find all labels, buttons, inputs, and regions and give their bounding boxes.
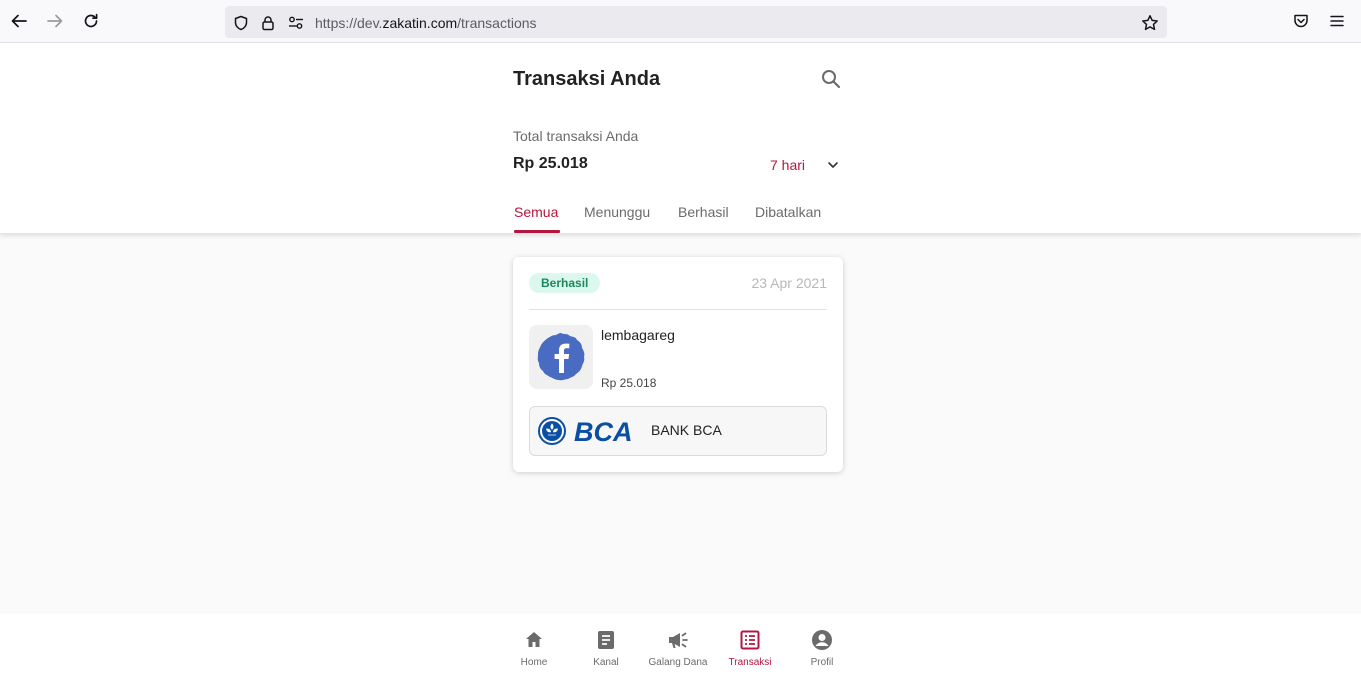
list-icon [740,630,760,650]
hamburger-icon [1330,15,1344,27]
back-button[interactable] [8,10,30,32]
nav-kanal-label: Kanal [593,657,619,668]
transaction-card[interactable]: Berhasil 23 Apr 2021 lembagareg Rp 25.01… [513,257,843,472]
active-tab-indicator [514,230,560,233]
nav-kanal[interactable]: Kanal [570,628,642,678]
facebook-icon [537,333,585,381]
bank-name: BANK BCA [651,422,722,438]
svg-text:BCA: BCA [574,417,633,447]
nav-galang-dana[interactable]: Galang Dana [642,628,714,678]
tab-semua[interactable]: Semua [514,204,560,233]
nav-home[interactable]: Home [498,628,570,678]
nav-transaksi-label: Transaksi [728,657,772,668]
nav-galang-dana-label: Galang Dana [648,657,708,668]
nav-home-label: Home [520,657,548,668]
bottom-navigation: Home Kanal Galang Dana Transaksi Profil [0,614,1361,686]
arrow-left-icon [11,14,27,28]
reload-button[interactable] [80,10,102,32]
account-icon [812,630,832,650]
total-amount: Rp 25.018 [513,155,588,172]
menu-button[interactable] [1326,10,1348,32]
search-icon [822,70,841,89]
bookmark-star-icon[interactable] [1141,14,1159,32]
address-bar[interactable]: https://dev.zakatin.com/transactions [225,6,1167,38]
pocket-icon [1294,14,1308,28]
reload-icon [84,13,98,28]
period-label: 7 hari [770,157,806,173]
total-label: Total transaksi Anda [513,128,639,144]
channel-avatar [529,325,593,389]
shield-icon[interactable] [232,14,250,32]
page-title: Transaksi Anda [513,68,661,90]
arrow-right-icon [47,14,63,28]
pocket-button[interactable] [1290,10,1312,32]
chevron-down-icon [828,162,838,168]
search-button[interactable] [819,67,843,91]
status-badge: Berhasil [529,273,601,293]
period-select[interactable]: 7 hari [770,156,842,176]
permissions-icon[interactable] [287,14,305,32]
lock-icon[interactable] [259,14,277,32]
transaction-date: 23 Apr 2021 [751,275,827,291]
nav-profil-label: Profil [810,657,834,668]
forward-button[interactable] [44,10,66,32]
browser-toolbar: https://dev.zakatin.com/transactions [0,0,1361,43]
transaction-amount: Rp 25.018 [601,376,657,390]
nav-profil[interactable]: Profil [786,628,858,678]
megaphone-icon [669,632,688,648]
nav-transaksi[interactable]: Transaksi [714,628,786,678]
tab-berhasil[interactable]: Berhasil [678,204,729,233]
payment-method: BCA BANK BCA [529,406,827,456]
tab-dibatalkan[interactable]: Dibatalkan [755,204,821,233]
document-icon [598,631,614,649]
url-text[interactable]: https://dev.zakatin.com/transactions [315,15,537,31]
divider [529,309,827,310]
bca-logo: BCA [538,415,640,447]
home-icon [526,632,542,647]
channel-name: lembagareg [601,327,675,343]
tab-menunggu[interactable]: Menunggu [584,204,650,233]
